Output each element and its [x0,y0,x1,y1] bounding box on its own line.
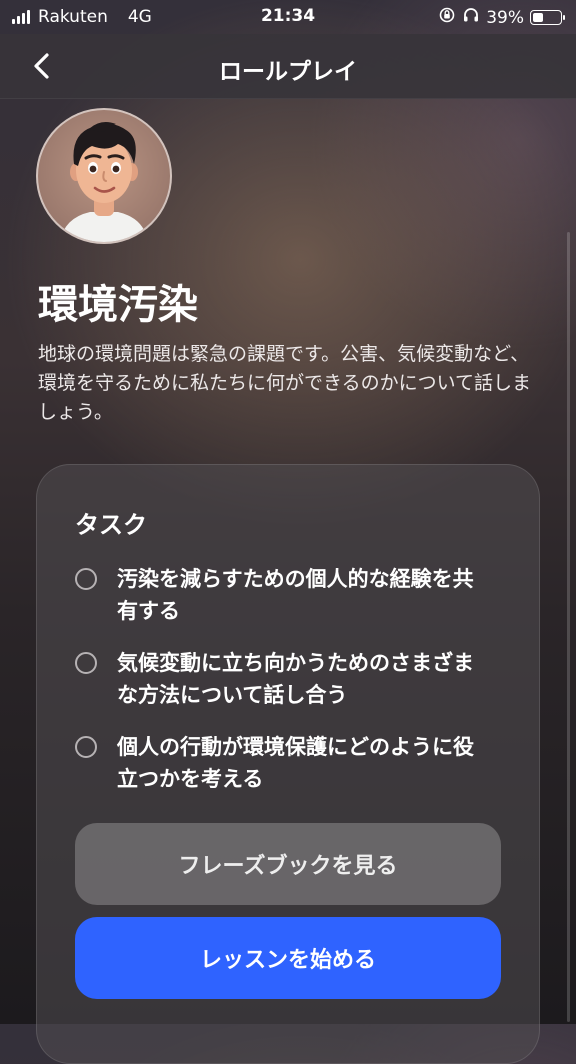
radio-circle-icon [75,568,97,590]
task-label: 個人の行動が環境保護にどのように役立つかを考える [117,735,474,791]
status-right: 39% [438,6,565,29]
character-avatar-image [60,122,148,242]
topic-description: 地球の環境問題は緊急の課題です。公害、気候変動など、環境を守るために私たちに何が… [38,343,532,423]
task-label: 気候変動に立ち向かうためのさまざまな方法について話し合う [117,651,474,707]
task-label: 汚染を減らすための個人的な経験を共有する [117,567,474,623]
task-item[interactable]: 気候変動に立ち向かうためのさまざまな方法について話し合う [75,647,489,711]
scrollbar[interactable] [567,232,570,1022]
radio-circle-icon [75,652,97,674]
task-heading: タスク [75,511,147,539]
start-lesson-button[interactable]: レッスンを始める [75,917,501,999]
battery-percent: 39% [486,7,524,28]
status-bar: Rakuten 4G 21:34 39% [0,0,576,34]
task-item[interactable]: 汚染を減らすための個人的な経験を共有する [75,563,489,627]
phrasebook-button[interactable]: フレーズブックを見る [75,823,501,905]
avatar [36,108,172,244]
task-card: タスク 汚染を減らすための個人的な経験を共有する 気候変動に立ち向かうためのさま… [36,464,540,1064]
radio-circle-icon [75,736,97,758]
battery-fill [533,13,543,22]
nav-bar: ロールプレイ [0,34,576,99]
battery-icon [530,10,565,25]
task-item[interactable]: 個人の行動が環境保護にどのように役立つかを考える [75,731,489,795]
orientation-lock-icon [438,6,456,29]
topic-title: 環境汚染 [38,282,198,328]
nav-title: ロールプレイ [219,59,357,85]
headphones-icon [462,6,480,29]
